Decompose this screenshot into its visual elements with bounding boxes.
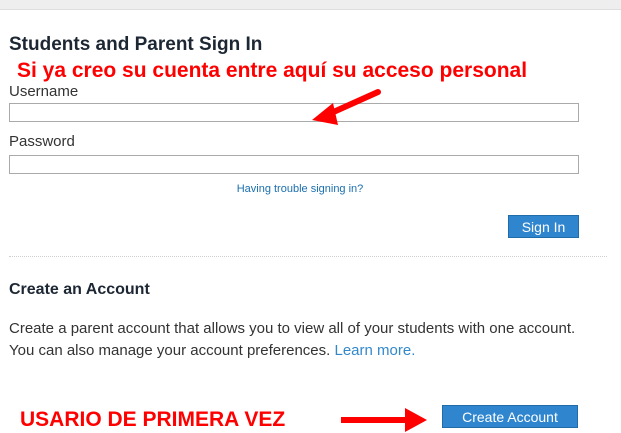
arrow-right-icon [341,408,427,432]
